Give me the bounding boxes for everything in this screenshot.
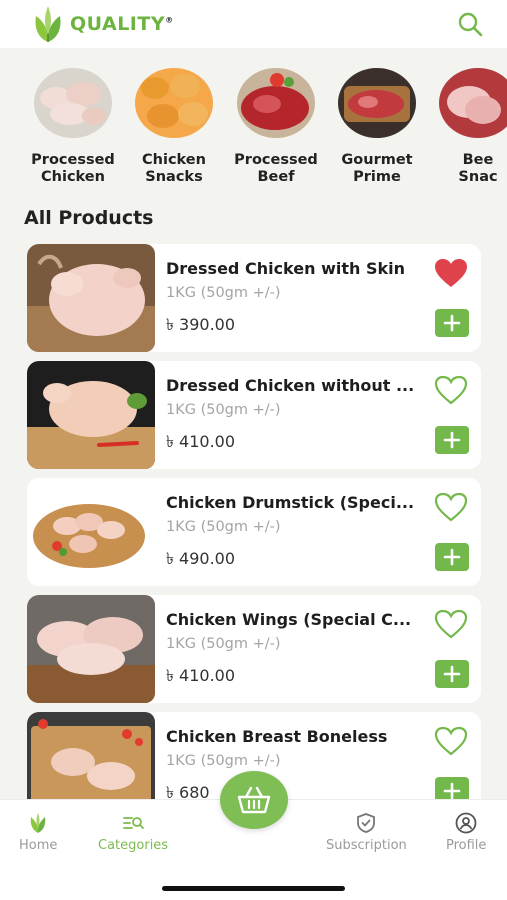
nav-categories[interactable]: Categories	[98, 812, 168, 853]
category-image	[34, 68, 112, 138]
product-price: ৳ 410.00	[166, 432, 236, 451]
category-gourmet-prime[interactable]: Gourmet Prime	[327, 68, 427, 186]
profile-icon	[455, 812, 477, 834]
cart-button[interactable]	[220, 771, 288, 829]
add-to-cart-button[interactable]	[435, 543, 469, 571]
category-image	[439, 68, 507, 138]
product-name: Dressed Chicken without ...	[166, 376, 415, 395]
product-card[interactable]: Chicken Wings (Special C... 1KG (50gm +/…	[27, 595, 481, 703]
nav-label: Categories	[98, 838, 169, 853]
plus-icon	[443, 431, 461, 449]
plus-icon	[443, 314, 461, 332]
app-header: QUALITY®	[0, 0, 507, 48]
category-image	[338, 68, 416, 138]
product-name: Chicken Breast Boneless	[166, 727, 388, 746]
category-chicken-snacks[interactable]: Chicken Snacks	[124, 68, 224, 186]
category-label: Gourmet Prime	[341, 152, 413, 185]
product-name: Chicken Drumstick (Speci...	[166, 493, 415, 512]
nav-subscription[interactable]: Subscription	[326, 812, 407, 853]
heart-outline-icon	[434, 492, 468, 522]
favorite-button[interactable]	[432, 724, 470, 758]
product-weight: 1KG (50gm +/-)	[166, 285, 281, 301]
section-title: All Products	[24, 207, 154, 229]
product-name: Chicken Wings (Special C...	[166, 610, 412, 629]
brand-logo[interactable]: QUALITY®	[32, 4, 174, 44]
add-to-cart-button[interactable]	[435, 309, 469, 337]
leaf-logo-icon	[35, 6, 61, 42]
plus-icon	[443, 782, 461, 800]
category-image	[135, 68, 213, 138]
product-price: ৳ 390.00	[166, 315, 236, 334]
category-processed-beef[interactable]: Processed Beef	[226, 68, 326, 186]
nav-label: Home	[19, 838, 58, 853]
product-price: ৳ 410.00	[166, 666, 236, 685]
category-label: Processed Chicken	[31, 152, 115, 185]
category-beef-snacks[interactable]: Bee Snac	[428, 68, 507, 186]
nav-label: Subscription	[326, 838, 407, 853]
product-card[interactable]: Chicken Drumstick (Speci... 1KG (50gm +/…	[27, 478, 481, 586]
brand-name: QUALITY®	[70, 13, 174, 35]
home-indicator	[162, 886, 345, 891]
nav-home[interactable]: Home	[19, 812, 57, 853]
product-card[interactable]: Dressed Chicken without ... 1KG (50gm +/…	[27, 361, 481, 469]
product-name: Dressed Chicken with Skin	[166, 259, 405, 278]
home-leaf-icon	[30, 813, 46, 833]
product-image	[27, 361, 155, 469]
favorite-button[interactable]	[432, 490, 470, 524]
favorite-button[interactable]	[432, 607, 470, 641]
heart-outline-icon	[434, 375, 468, 405]
category-label: Processed Beef	[234, 152, 318, 185]
search-icon	[458, 12, 483, 37]
product-card[interactable]: Dressed Chicken with Skin 1KG (50gm +/-)…	[27, 244, 481, 352]
nav-profile[interactable]: Profile	[446, 812, 486, 853]
search-button[interactable]	[455, 9, 485, 39]
categories-search-icon	[123, 817, 144, 829]
category-label: Bee Snac	[458, 152, 498, 185]
favorite-button[interactable]	[432, 256, 470, 290]
shield-check-icon	[357, 813, 376, 833]
heart-outline-icon	[434, 726, 468, 756]
product-image	[27, 595, 155, 703]
basket-icon	[237, 786, 271, 814]
plus-icon	[443, 665, 461, 683]
product-image	[27, 478, 155, 586]
category-image	[237, 68, 315, 138]
heart-filled-icon	[435, 259, 467, 287]
product-price: ৳ 490.00	[166, 549, 236, 568]
product-weight: 1KG (50gm +/-)	[166, 402, 281, 418]
nav-label: Profile	[446, 838, 487, 853]
add-to-cart-button[interactable]	[435, 660, 469, 688]
product-weight: 1KG (50gm +/-)	[166, 636, 281, 652]
plus-icon	[443, 548, 461, 566]
add-to-cart-button[interactable]	[435, 426, 469, 454]
category-label: Chicken Snacks	[142, 152, 206, 185]
product-weight: 1KG (50gm +/-)	[166, 753, 281, 769]
product-weight: 1KG (50gm +/-)	[166, 519, 281, 535]
product-image	[27, 244, 155, 352]
category-carousel[interactable]: Processed Chicken Chicken Snacks Processed…	[0, 60, 507, 200]
favorite-button[interactable]	[432, 373, 470, 407]
heart-outline-icon	[434, 609, 468, 639]
category-processed-chicken[interactable]: Processed Chicken	[23, 68, 123, 186]
